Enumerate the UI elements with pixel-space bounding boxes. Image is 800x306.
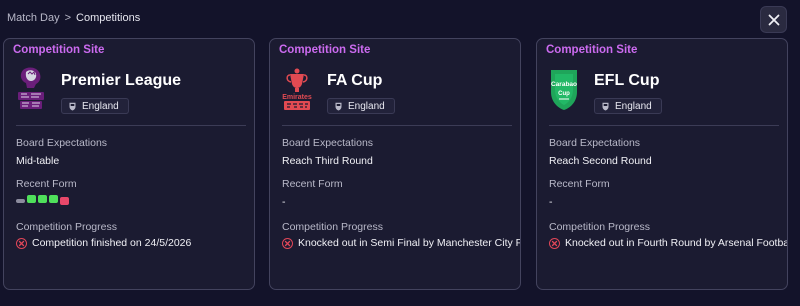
competition-card-efl-cup[interactable]: Competition Site Carabao Cup EFL Cup Eng… bbox=[536, 38, 788, 290]
competition-card-fa-cup[interactable]: Competition Site Emirates FA Cup England… bbox=[269, 38, 521, 290]
board-expectations-value: Reach Third Round bbox=[282, 155, 373, 167]
board-expectations-label: Board Expectations bbox=[282, 137, 374, 149]
recent-form-label: Recent Form bbox=[16, 178, 77, 190]
board-expectations-value: Mid-table bbox=[16, 155, 60, 167]
recent-form-empty: - bbox=[549, 196, 553, 208]
competition-progress: Knocked out in Semi Final by Manchester … bbox=[282, 237, 520, 249]
form-win bbox=[27, 195, 36, 203]
close-button[interactable] bbox=[760, 6, 787, 33]
x-circle-icon bbox=[549, 237, 560, 249]
board-expectations-label: Board Expectations bbox=[16, 137, 108, 149]
competition-card-premier-league[interactable]: Competition Site Premier League England … bbox=[3, 38, 255, 290]
recent-form-label: Recent Form bbox=[282, 178, 343, 190]
recent-form-indicators bbox=[16, 195, 69, 205]
board-expectations-label: Board Expectations bbox=[549, 137, 641, 149]
close-icon bbox=[768, 14, 779, 25]
divider bbox=[282, 125, 512, 126]
x-circle-icon bbox=[282, 237, 293, 249]
competition-progress-value: Competition finished on 24/5/2026 bbox=[32, 237, 192, 249]
x-circle-icon bbox=[16, 237, 27, 249]
competition-progress-label: Competition Progress bbox=[282, 221, 383, 233]
form-win bbox=[38, 195, 47, 203]
competition-progress: Competition finished on 24/5/2026 bbox=[16, 237, 191, 249]
breadcrumb-match-day[interactable]: Match Day bbox=[7, 12, 60, 24]
recent-form-empty: - bbox=[282, 196, 286, 208]
form-loss bbox=[60, 197, 69, 205]
board-expectations-value: Reach Second Round bbox=[549, 155, 652, 167]
form-win bbox=[49, 195, 58, 203]
divider bbox=[16, 125, 246, 126]
breadcrumb: Match Day > Competitions bbox=[7, 12, 140, 24]
competition-progress-value: Knocked out in Semi Final by Manchester … bbox=[298, 237, 520, 249]
breadcrumb-current: Competitions bbox=[76, 12, 141, 24]
competition-progress-value: Knocked out in Fourth Round by Arsenal F… bbox=[565, 237, 788, 249]
form-draw bbox=[16, 199, 25, 203]
competition-progress-label: Competition Progress bbox=[549, 221, 650, 233]
chevron-right-icon: > bbox=[64, 12, 72, 24]
competition-progress-label: Competition Progress bbox=[16, 221, 117, 233]
competition-progress: Knocked out in Fourth Round by Arsenal F… bbox=[549, 237, 788, 249]
divider bbox=[549, 125, 779, 126]
recent-form-label: Recent Form bbox=[549, 178, 610, 190]
